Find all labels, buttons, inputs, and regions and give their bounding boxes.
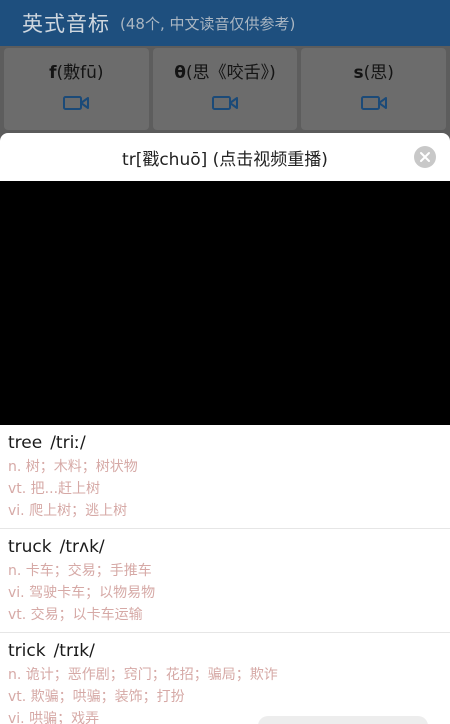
close-button[interactable]: [414, 146, 436, 168]
phoneme-label: θ(思《咬舌》): [174, 58, 275, 83]
app-header: 英式音标 (48个, 中文读音仅供参考): [0, 0, 450, 46]
phoneme-hint: (思): [363, 63, 394, 83]
phoneme-symbol: s: [353, 63, 364, 83]
video-camera-icon[interactable]: [211, 95, 239, 111]
definition: n. 卡车；交易；手推车: [8, 563, 152, 579]
word: trick: [8, 641, 46, 661]
video-camera-icon[interactable]: [62, 95, 90, 111]
app-subtitle: (48个, 中文读音仅供参考): [120, 14, 296, 33]
definition: n. 树；木料；树状物: [8, 459, 138, 475]
definition: vi. 爬上树；逃上树: [8, 503, 128, 519]
video-player[interactable]: [0, 181, 450, 425]
definition: vt. 交易；以卡车运输: [8, 607, 143, 623]
phoneme-card-theta[interactable]: θ(思《咬舌》): [152, 48, 298, 130]
word-line: truck/trʌk/: [8, 537, 442, 557]
word-entry-tree[interactable]: tree/triː/ n. 树；木料；树状物 vt. 把...赶上树 vi. 爬…: [0, 425, 450, 529]
phoneme-hint: (思《咬舌》): [185, 63, 276, 83]
word-phonetic: /triː/: [50, 433, 86, 453]
app-title: 英式音标: [22, 12, 110, 36]
phoneme-label: s(思): [353, 58, 393, 83]
phoneme-label: f(敷fū): [49, 58, 103, 83]
sheet-header: tr[戳chuō] (点击视频重播): [0, 133, 450, 181]
video-camera-icon[interactable]: [360, 95, 388, 111]
bottom-floating-control[interactable]: [258, 716, 428, 724]
word-line: trick/trɪk/: [8, 641, 442, 661]
phoneme-card-s[interactable]: s(思): [301, 48, 447, 130]
close-icon: [420, 152, 430, 162]
word-phonetic: /trʌk/: [59, 537, 105, 557]
definition: vi. 驾驶卡车；以物易物: [8, 585, 156, 601]
phoneme-detail-sheet: tr[戳chuō] (点击视频重播) tree/triː/ n. 树；木料；树状…: [0, 133, 450, 724]
phoneme-row: f(敷fū) θ(思《咬舌》) s(思): [0, 46, 450, 130]
word: tree: [8, 433, 43, 453]
phoneme-card-f[interactable]: f(敷fū): [4, 48, 149, 130]
word-entry-trick[interactable]: trick/trɪk/ n. 诡计；恶作剧；窍门；花招；骗局；欺诈 vt. 欺骗…: [0, 633, 450, 724]
word-phonetic: /trɪk/: [53, 641, 95, 661]
word-line: tree/triː/: [8, 433, 442, 453]
phoneme-hint: (敷fū): [56, 63, 104, 83]
phoneme-symbol: f: [49, 63, 57, 83]
word-entry-truck[interactable]: truck/trʌk/ n. 卡车；交易；手推车 vi. 驾驶卡车；以物易物 v…: [0, 529, 450, 633]
definition: vt. 把...赶上树: [8, 481, 101, 497]
word-list: tree/triː/ n. 树；木料；树状物 vt. 把...赶上树 vi. 爬…: [0, 425, 450, 724]
word: truck: [8, 537, 52, 557]
phoneme-symbol: θ: [174, 63, 186, 83]
definition: n. 诡计；恶作剧；窍门；花招；骗局；欺诈: [8, 667, 278, 683]
sheet-title[interactable]: tr[戳chuō] (点击视频重播): [122, 145, 328, 170]
definition: vt. 欺骗；哄骗；装饰；打扮: [8, 689, 185, 705]
